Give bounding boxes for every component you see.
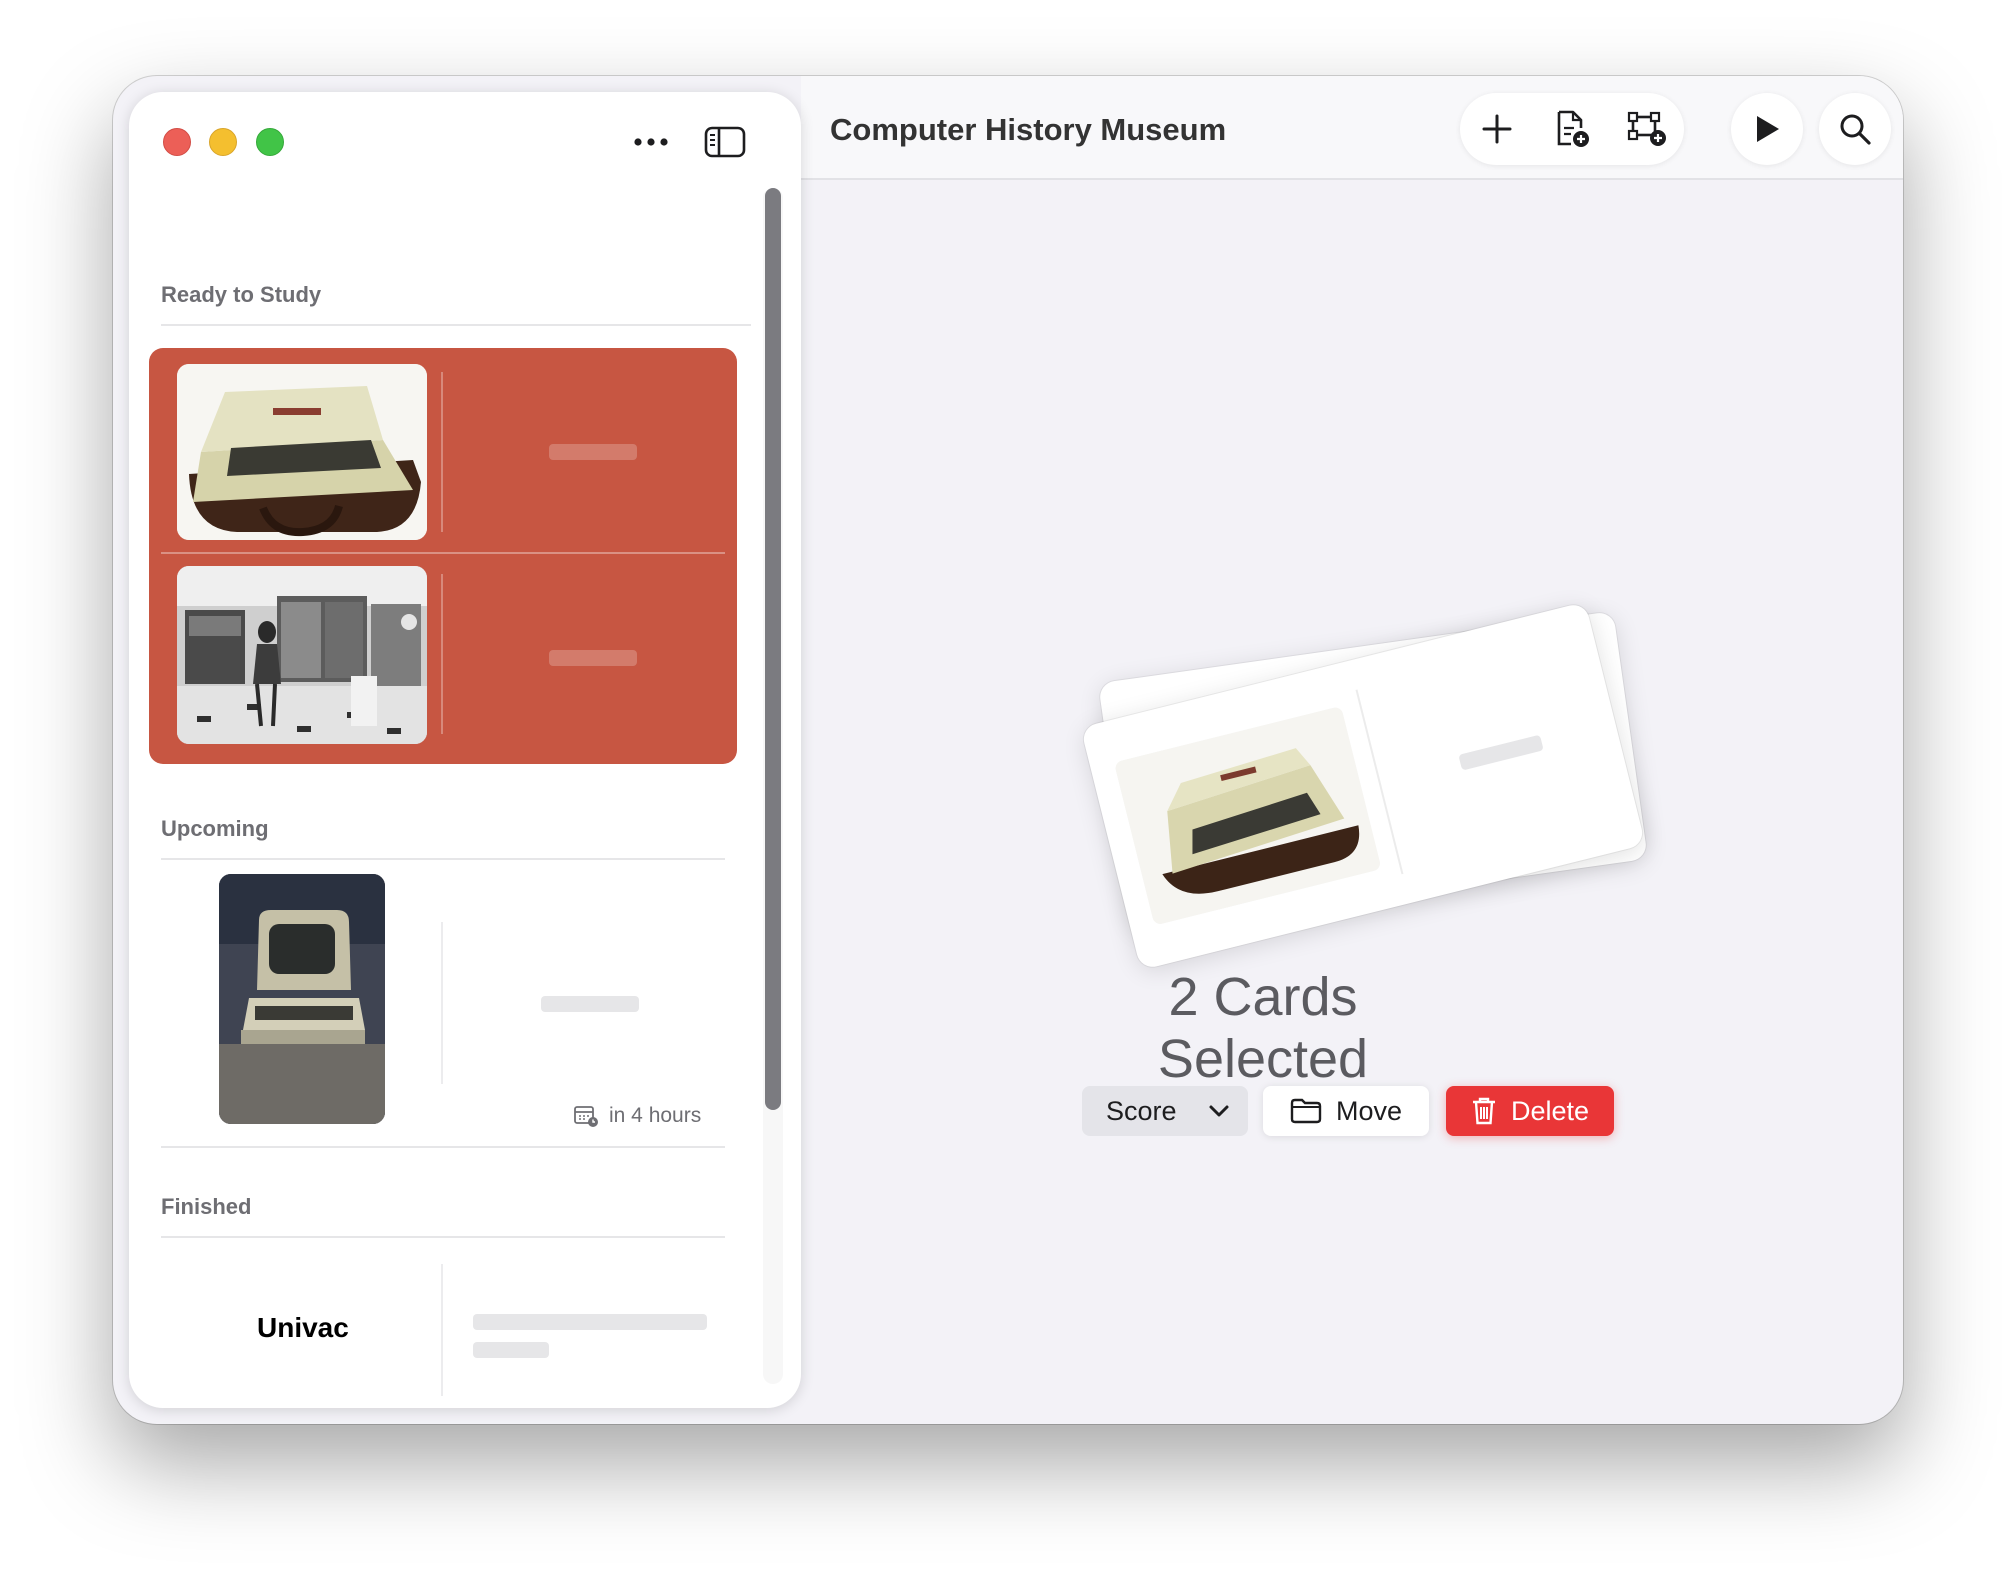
move-button[interactable]: Move: [1263, 1086, 1429, 1136]
study-play-button[interactable]: [1735, 97, 1799, 161]
delete-button[interactable]: Delete: [1446, 1086, 1614, 1136]
play-icon: [1757, 116, 1779, 142]
score-label: Score: [1106, 1095, 1177, 1126]
app-window: Computer History Museum 2 Cards Selected…: [113, 76, 1903, 1424]
plus-icon: [1482, 114, 1512, 144]
section-title-finished: Finished: [161, 1194, 252, 1219]
folder-icon: [1290, 1098, 1322, 1124]
list-item[interactable]: [149, 554, 737, 764]
card-back-placeholder: [549, 650, 637, 666]
section-rule: [161, 324, 751, 326]
close-window-button[interactable]: [163, 128, 191, 156]
search-icon: [1840, 114, 1871, 145]
due-badge: in 4 hours: [573, 1104, 701, 1128]
card-back-placeholder: [549, 444, 637, 460]
card-separator: [441, 372, 443, 532]
sidebar-toggle-icon: [704, 126, 746, 158]
search-button[interactable]: [1823, 97, 1887, 161]
minimize-window-button[interactable]: [209, 128, 237, 156]
card-separator: [441, 574, 443, 734]
apple-ii-photo-icon: [1113, 705, 1382, 926]
toolbar-divider: [801, 178, 1903, 180]
due-text: in 4 hours: [609, 1104, 702, 1127]
preview-card-image: [1113, 705, 1382, 926]
document-add-icon: [1557, 110, 1589, 147]
score-menu-button[interactable]: Score: [1082, 1086, 1248, 1136]
section-rule: [161, 1236, 725, 1238]
card-back-placeholder: [473, 1314, 707, 1330]
card-front-image: [177, 364, 427, 540]
card-separator: [441, 922, 443, 1084]
more-options-button[interactable]: [629, 122, 673, 162]
section-title-upcoming: Upcoming: [161, 816, 269, 841]
preview-card-answer-placeholder: [1458, 734, 1544, 771]
calendar-clock-icon: [574, 1106, 598, 1127]
list-item[interactable]: in 4 hours: [129, 862, 749, 1142]
delete-label: Delete: [1510, 1095, 1590, 1126]
sidebar: Ready to Study Upcoming in 4 hours Finis…: [129, 92, 801, 1408]
scrollbar-thumb[interactable]: [765, 188, 781, 1110]
card-list[interactable]: Ready to Study Upcoming in 4 hours Finis…: [129, 182, 801, 1408]
section-rule: [161, 858, 725, 860]
card-back-placeholder: [473, 1342, 549, 1358]
selection-count-label: 2 Cards Selected: [1157, 967, 1369, 1089]
card-front-layer: [1080, 601, 1646, 971]
chevron-down-icon: [1209, 1105, 1229, 1117]
selected-cards-preview: [1073, 516, 1693, 971]
list-item[interactable]: Univac: [129, 1240, 749, 1408]
add-card-button[interactable]: [1465, 97, 1529, 161]
toggle-sidebar-button[interactable]: [703, 122, 747, 162]
card-back-placeholder: [541, 996, 639, 1012]
add-tools-group: [1460, 93, 1684, 165]
apple-ii-photo-icon: [177, 364, 427, 540]
selected-cards-group: [149, 348, 737, 764]
mainframe-room-photo-icon: [177, 566, 427, 744]
window-title: Computer History Museum: [830, 112, 1227, 147]
add-document-button[interactable]: [1540, 97, 1604, 161]
row-divider: [161, 1146, 725, 1148]
zoom-window-button[interactable]: [256, 128, 284, 156]
card-front-text: Univac: [257, 1312, 349, 1343]
section-title-ready: Ready to Study: [161, 282, 322, 307]
search-group: [1819, 93, 1891, 165]
card-front-image: [219, 874, 385, 1124]
add-occlusion-button[interactable]: [1615, 97, 1679, 161]
image-occlusion-add-icon: [1627, 111, 1666, 146]
card-separator: [441, 1264, 443, 1396]
play-group: [1731, 93, 1803, 165]
card-front-image: [177, 566, 427, 744]
list-item[interactable]: [149, 348, 737, 552]
terminal-computer-photo-icon: [219, 874, 385, 1124]
move-label: Move: [1335, 1095, 1403, 1126]
ellipsis-icon: [634, 138, 668, 146]
trash-icon: [1472, 1097, 1495, 1125]
